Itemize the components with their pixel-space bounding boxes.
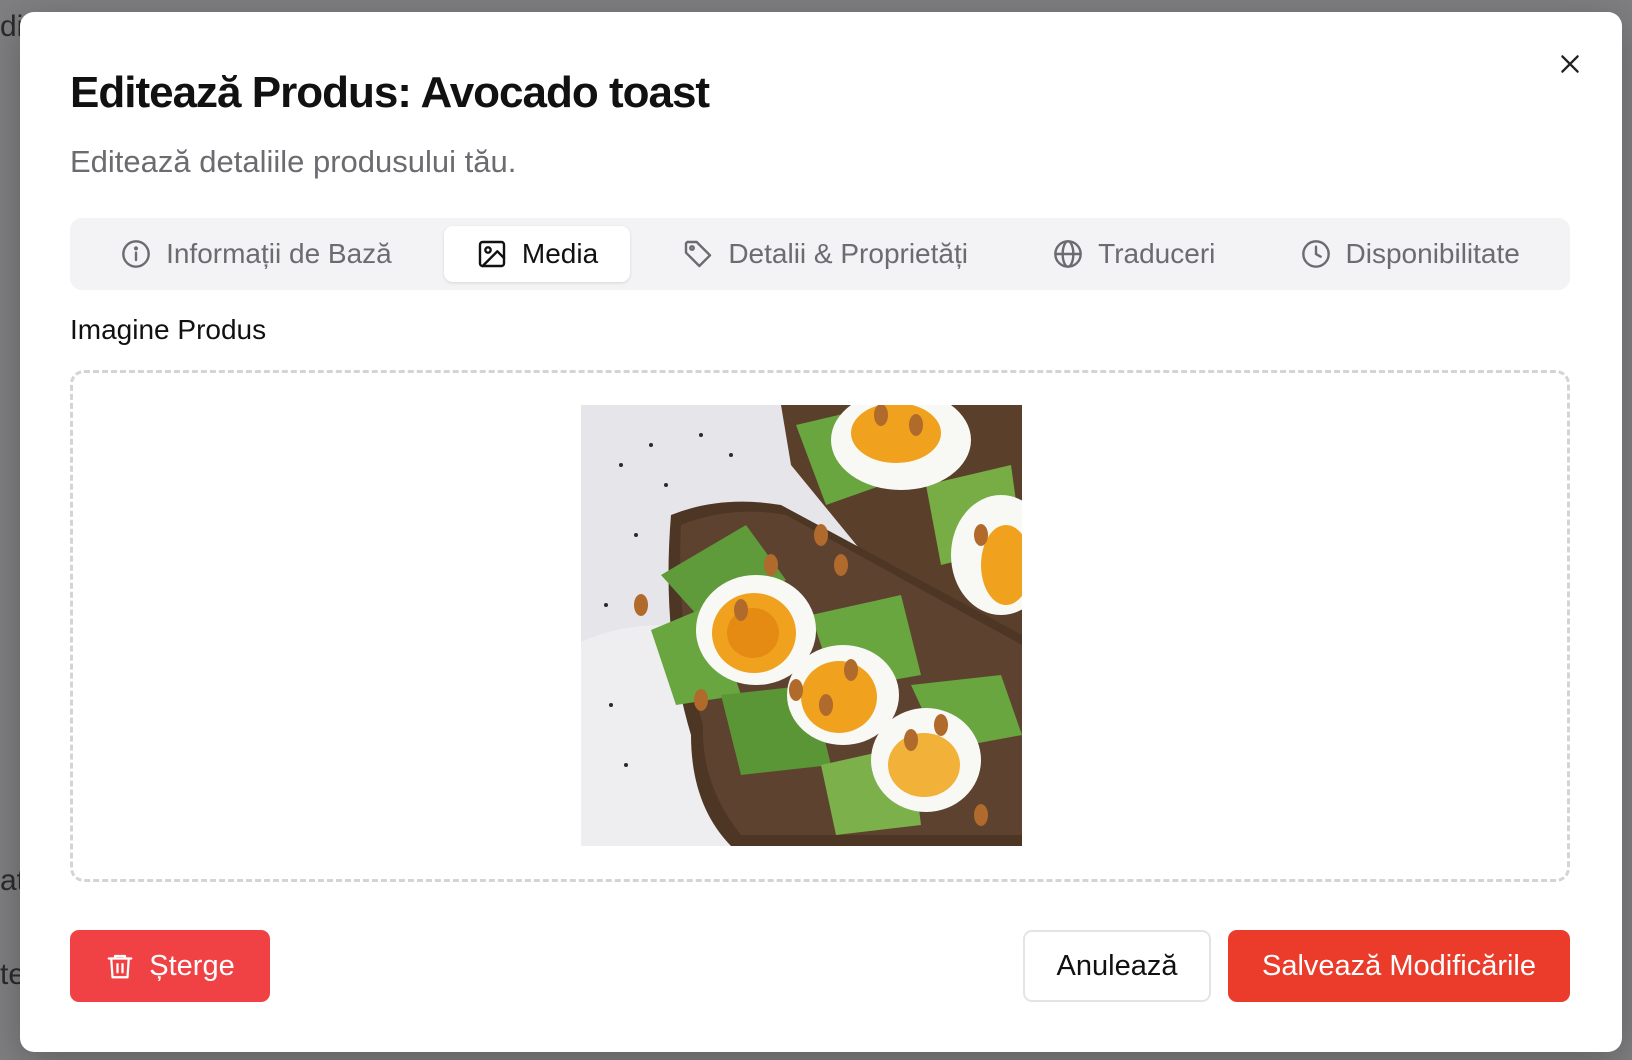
tab-basic-info[interactable]: Informații de Bază — [88, 226, 424, 282]
save-changes-button[interactable]: Salvează Modificările — [1228, 930, 1570, 1002]
tab-media[interactable]: Media — [443, 226, 631, 282]
tab-list: Informații de Bază Media Detalii & Propr… — [70, 218, 1570, 290]
tab-label: Informații de Bază — [166, 238, 392, 269]
clock-icon — [1301, 240, 1330, 268]
delete-label: Șterge — [149, 949, 235, 982]
avocado-toast-illustration — [581, 405, 1022, 846]
tab-details-properties[interactable]: Detalii & Proprietăți — [650, 226, 1000, 282]
cancel-button[interactable]: Anulează — [1023, 930, 1211, 1002]
tag-icon — [685, 240, 712, 268]
tab-label: Disponibilitate — [1345, 238, 1520, 269]
close-icon — [1561, 55, 1579, 73]
dialog-title: Editează Produs: Avocado toast — [70, 68, 710, 117]
info-icon — [122, 240, 150, 268]
tab-label: Detalii & Proprietăți — [728, 238, 968, 269]
tab-availability[interactable]: Disponibilitate — [1268, 226, 1552, 282]
product-image[interactable] — [581, 405, 1022, 846]
image-dropzone[interactable] — [70, 370, 1570, 882]
product-image-label: Imagine Produs — [70, 314, 267, 345]
image-icon — [478, 240, 506, 268]
globe-icon — [1054, 240, 1083, 268]
edit-product-dialog: Editează Produs: Avocado toast Editează … — [20, 12, 1622, 1052]
dialog-subtitle: Editează detaliile produsului tău. — [70, 144, 517, 179]
trash-icon — [107, 954, 133, 979]
tab-label: Media — [521, 238, 599, 269]
close-button[interactable] — [1552, 46, 1588, 82]
tab-label: Traduceri — [1098, 238, 1216, 269]
tab-translations[interactable]: Traduceri — [1020, 226, 1247, 282]
delete-button[interactable]: Șterge — [70, 930, 270, 1002]
